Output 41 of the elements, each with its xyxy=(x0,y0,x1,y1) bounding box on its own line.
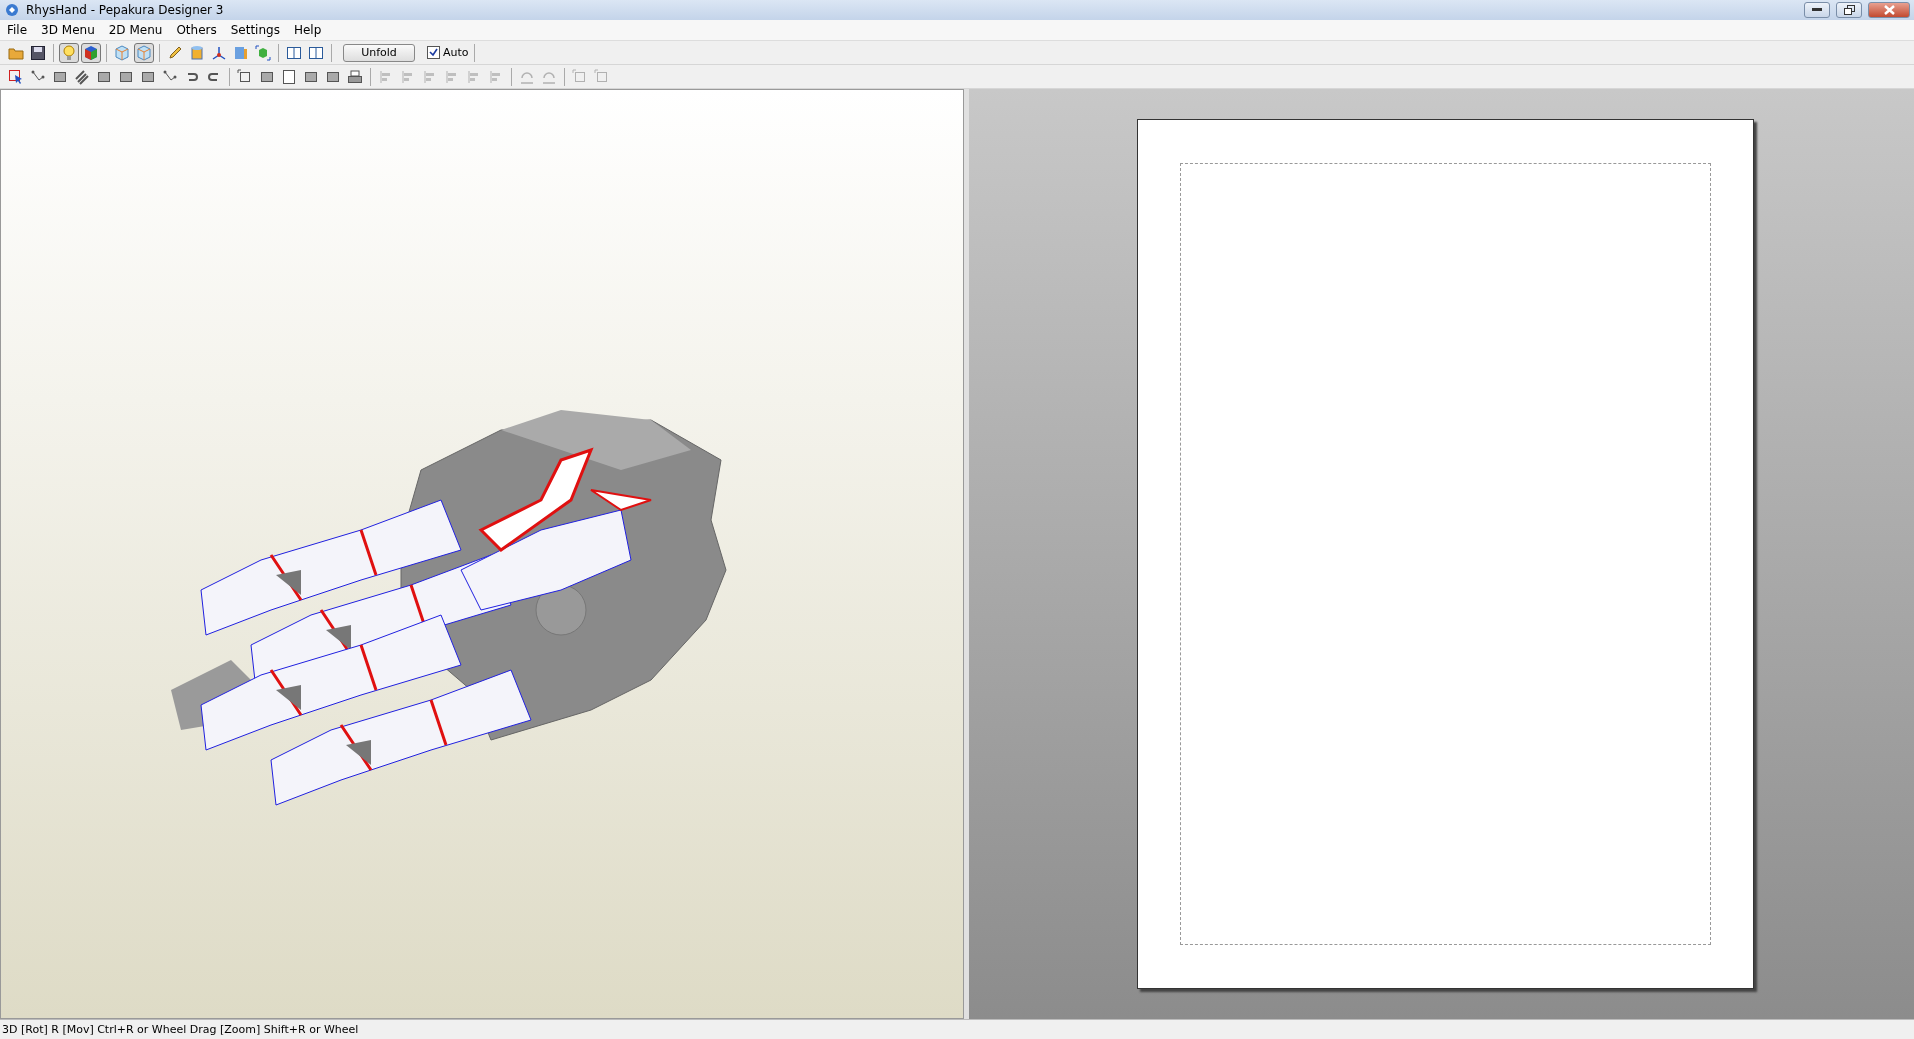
checkbox-label: Auto xyxy=(443,46,469,59)
panel-icon xyxy=(233,44,249,61)
app-icon xyxy=(4,2,20,18)
rotate-icon xyxy=(520,69,534,84)
menu-item[interactable]: Others xyxy=(169,23,224,37)
cube-icon xyxy=(114,44,130,61)
axes-icon xyxy=(211,44,227,61)
rotate-icon xyxy=(542,69,556,84)
window-title: RhysHand - Pepakura Designer 3 xyxy=(26,3,224,17)
close-button[interactable] xyxy=(1868,2,1910,18)
3d-viewport[interactable] xyxy=(0,89,964,1019)
minimize-icon xyxy=(1812,8,1822,12)
menu-item[interactable]: Help xyxy=(286,23,329,37)
menu-item[interactable]: 3D Menu xyxy=(34,23,102,37)
colored-cube-icon xyxy=(83,44,99,61)
menu-item[interactable]: Settings xyxy=(223,23,287,37)
cylinder-icon xyxy=(189,44,205,61)
status-text: 3D [Rot] R [Mov] Ctrl+R or Wheel Drag [Zoom] Shift+R or Wheel xyxy=(2,1023,359,1036)
menu-item[interactable]: 2D Menu xyxy=(101,23,170,37)
minimize-button[interactable] xyxy=(1804,2,1830,18)
window-icon xyxy=(308,44,324,61)
unfold-button[interactable]: Unfold xyxy=(343,43,415,62)
frame-icon xyxy=(572,68,588,85)
checkmark-icon xyxy=(429,48,438,57)
light-bulb-icon xyxy=(61,44,77,61)
close-icon xyxy=(1883,5,1895,15)
cube-icon xyxy=(136,44,152,61)
window-icon xyxy=(286,44,302,61)
frame-icon xyxy=(594,68,610,85)
menu-item[interactable]: File xyxy=(0,23,35,37)
stripes-icon xyxy=(74,68,90,85)
page-icon xyxy=(281,68,297,85)
restore-icon xyxy=(1843,5,1855,15)
2d-layout-panel[interactable] xyxy=(969,89,1914,1019)
cube-selection-icon xyxy=(255,44,271,61)
frame-icon xyxy=(237,68,253,85)
select-arrow-icon xyxy=(8,68,24,85)
auto-checkbox[interactable] xyxy=(427,46,440,59)
printer-icon xyxy=(347,68,363,85)
restore-button[interactable] xyxy=(1836,2,1862,18)
pencil-icon xyxy=(167,44,183,61)
